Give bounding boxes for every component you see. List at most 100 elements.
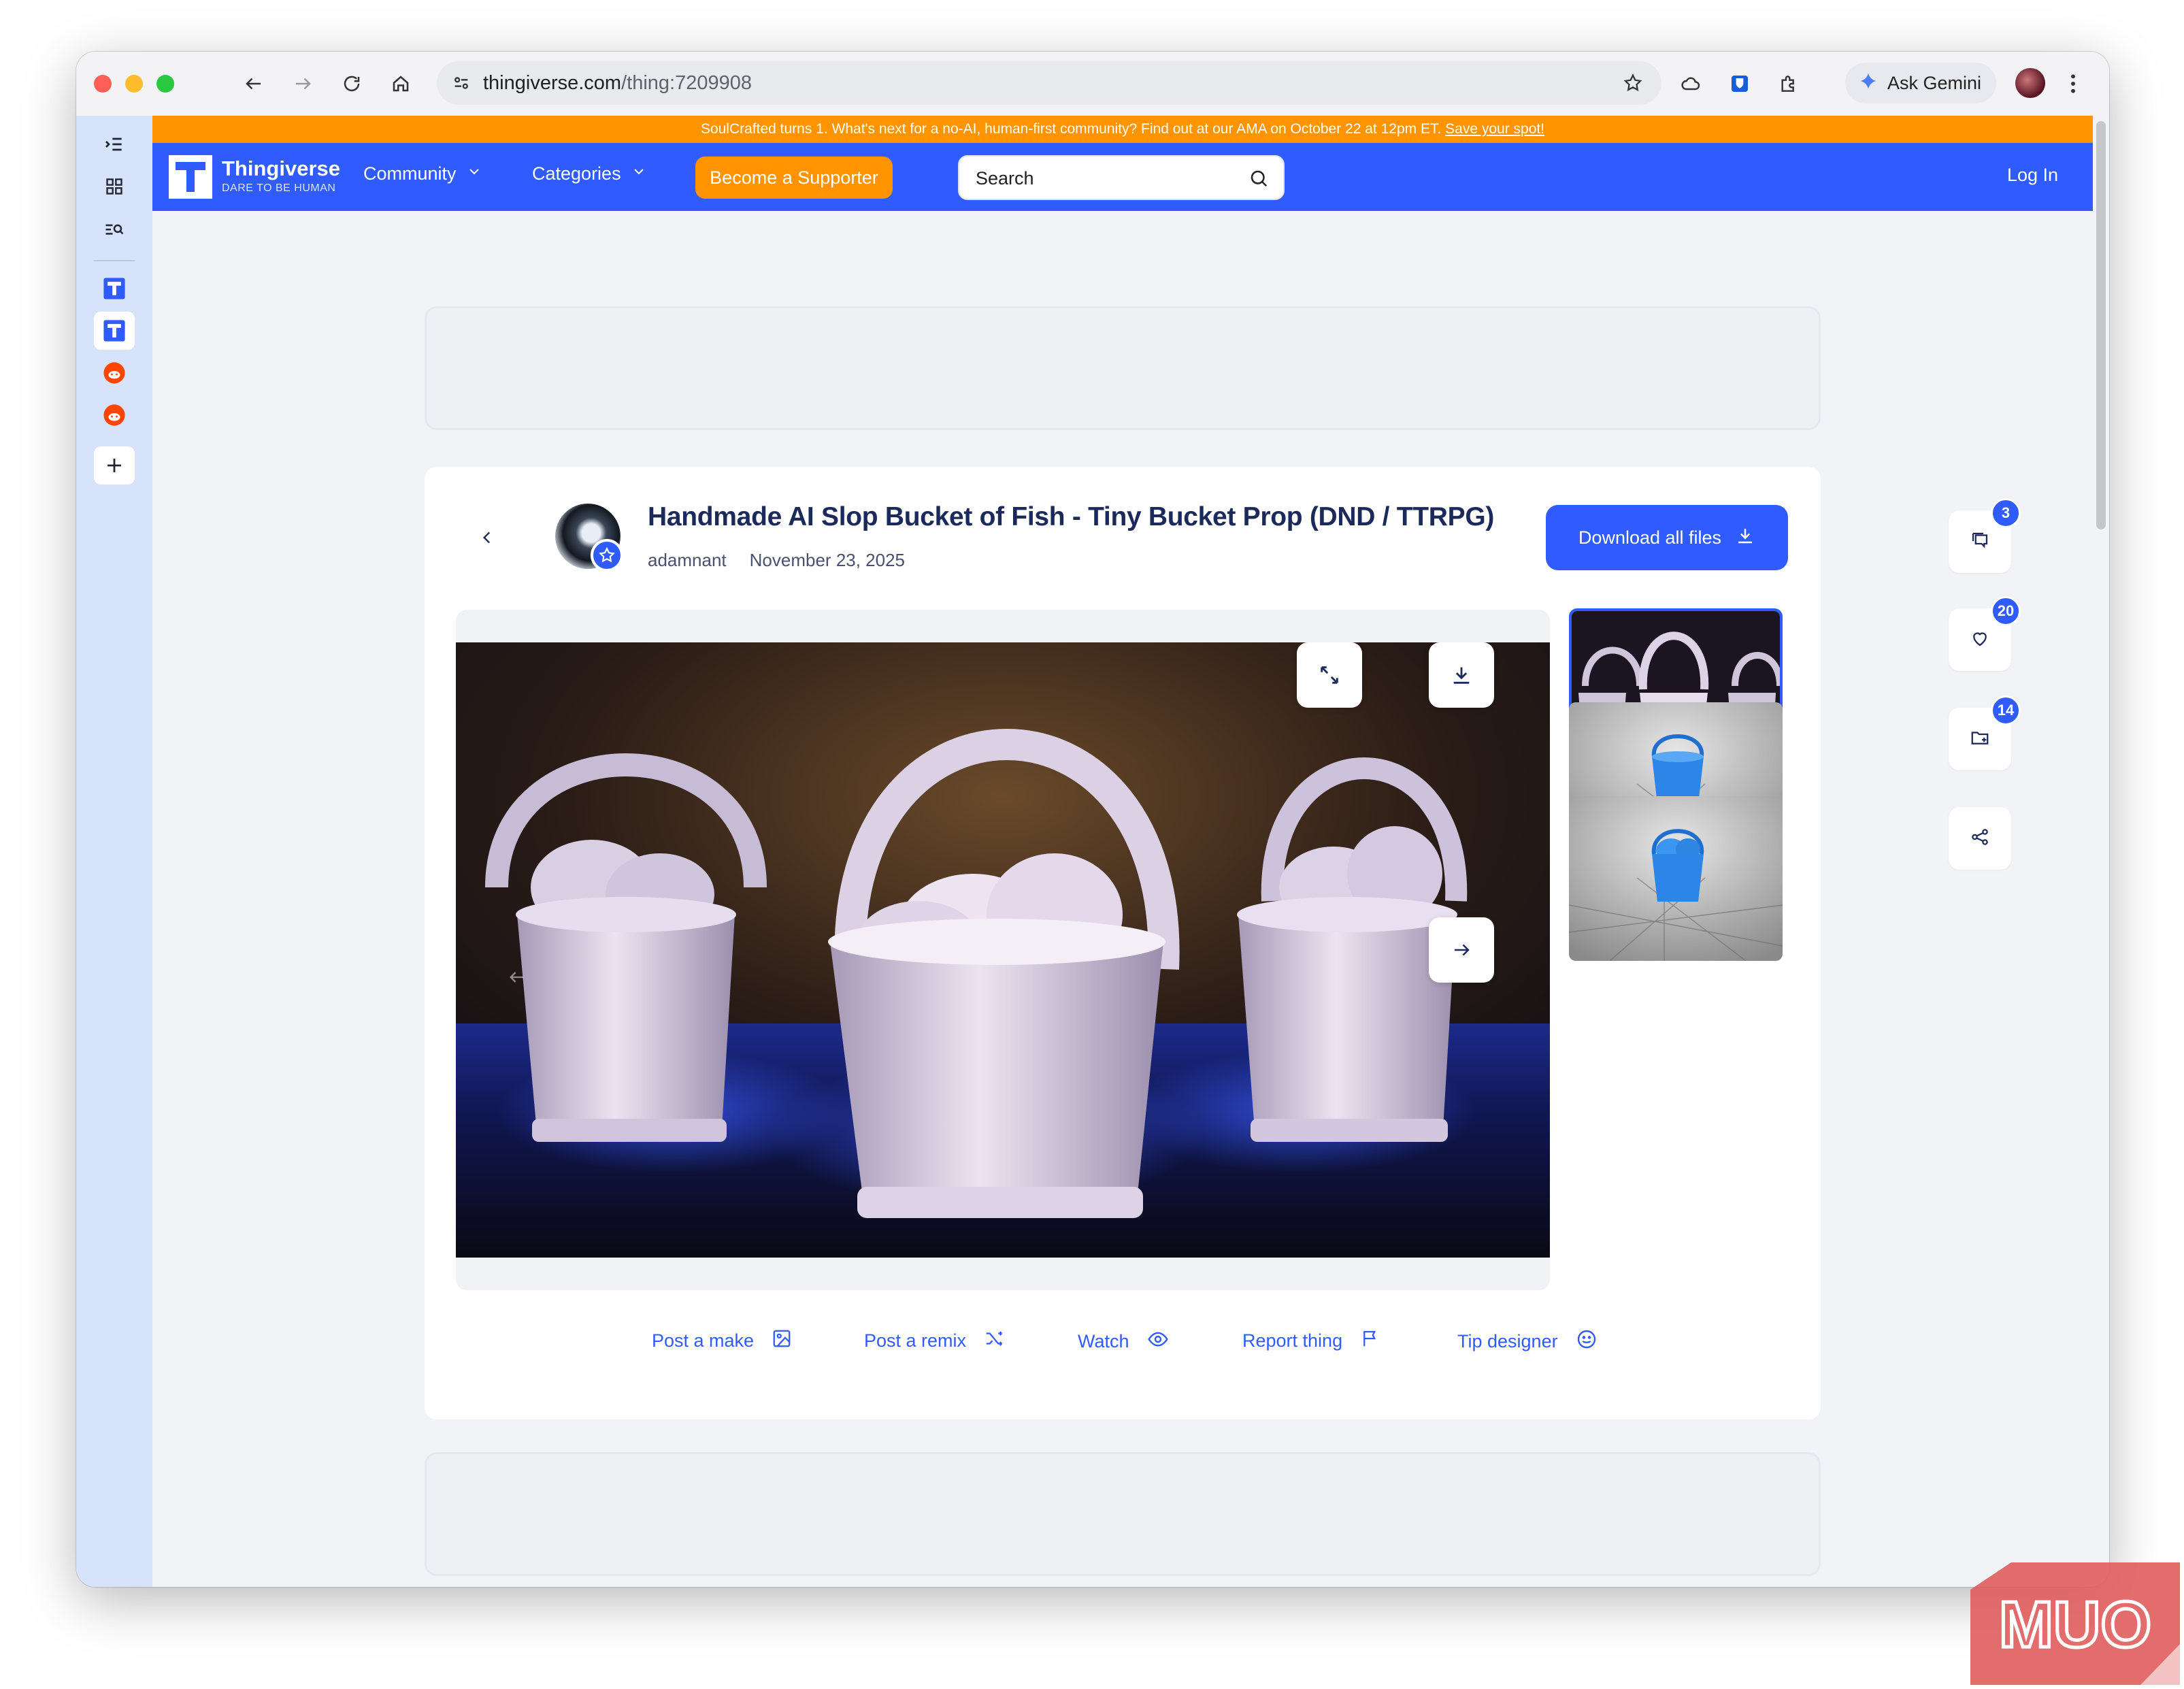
tab-search-icon[interactable]	[94, 210, 135, 248]
page-viewport: SoulCrafted turns 1. What's next for a n…	[152, 116, 2109, 1587]
main-image-render-buckets[interactable]	[456, 642, 1550, 1258]
watch-label: Watch	[1078, 1331, 1129, 1351]
browser-toolbar: thingiverse.com/thing:7209908 Ask Gemini	[76, 52, 2109, 116]
profile-avatar[interactable]	[2015, 68, 2045, 98]
ad-placeholder-bottom	[425, 1452, 1821, 1576]
share-button[interactable]	[1949, 807, 2011, 870]
like-button[interactable]: 20	[1949, 596, 2021, 671]
muo-watermark-logo: MUO	[1970, 1562, 2180, 1685]
search-icon[interactable]	[1246, 166, 1271, 191]
browser-menu-icon[interactable]	[2063, 69, 2083, 98]
comments-button[interactable]: 3	[1949, 498, 2021, 573]
collapse-sidebar-icon[interactable]	[94, 125, 135, 163]
muo-watermark-text: MUO	[1999, 1588, 2151, 1661]
likes-count-badge: 20	[1991, 596, 2021, 626]
image-download-button[interactable]	[1429, 642, 1494, 708]
browser-window: thingiverse.com/thing:7209908 Ask Gemini	[76, 52, 2109, 1587]
download-icon	[1735, 525, 1755, 551]
tab-thingiverse-1[interactable]	[94, 269, 135, 308]
image-gallery	[456, 610, 1550, 1290]
share-icon	[1970, 827, 1990, 851]
back-arrow-icon[interactable]	[239, 69, 268, 98]
thing-title: Handmade AI Slop Bucket of Fish - Tiny B…	[648, 502, 1495, 531]
home-icon[interactable]	[386, 69, 415, 98]
report-thing-link[interactable]: Report thing	[1242, 1328, 1380, 1354]
post-remix-link[interactable]: Post a remix	[864, 1328, 1004, 1354]
star-badge-icon	[591, 539, 623, 572]
tip-designer-link[interactable]: Tip designer	[1457, 1328, 1598, 1355]
add-to-collection-button[interactable]: 14	[1949, 695, 2021, 770]
tab-groups-grid-icon[interactable]	[94, 167, 135, 206]
tab-reddit-2[interactable]	[94, 396, 135, 434]
collections-count-badge: 14	[1991, 695, 2021, 725]
shuffle-icon	[984, 1328, 1004, 1354]
arrow-left-icon[interactable]	[503, 964, 531, 991]
nav-categories-label: Categories	[532, 163, 621, 184]
back-chevron-icon[interactable]	[474, 524, 501, 551]
post-make-label: Post a make	[652, 1330, 755, 1351]
thingiverse-logo-icon[interactable]	[169, 155, 212, 199]
search-input[interactable]	[974, 166, 1233, 191]
download-all-files-button[interactable]: Download all files	[1546, 505, 1788, 570]
site-settings-icon[interactable]	[448, 69, 475, 97]
minimize-window-button[interactable]	[125, 75, 143, 93]
watch-link[interactable]: Watch	[1078, 1328, 1169, 1355]
comments-count-badge: 3	[1991, 498, 2021, 528]
chevron-down-icon	[631, 163, 647, 184]
tab-reddit-1[interactable]	[94, 354, 135, 392]
announcement-banner: SoulCrafted turns 1. What's next for a n…	[152, 116, 2093, 143]
post-remix-label: Post a remix	[864, 1330, 967, 1351]
reload-icon[interactable]	[337, 69, 366, 98]
heart-icon	[1970, 628, 1990, 652]
vertical-tabs-sidebar	[76, 116, 152, 1587]
address-bar[interactable]: thingiverse.com/thing:7209908	[437, 61, 1661, 105]
fullscreen-expand-button[interactable]	[1297, 642, 1362, 708]
thing-card: Handmade AI Slop Bucket of Fish - Tiny B…	[425, 467, 1821, 1420]
comment-icon	[1970, 530, 1990, 554]
publish-date: November 23, 2025	[749, 550, 906, 570]
login-link[interactable]: Log In	[2007, 165, 2058, 186]
author-link[interactable]: adamnant	[648, 550, 727, 571]
thing-actions: Post a make Post a remix Watch Report th…	[425, 1322, 1821, 1362]
extensions-puzzle-icon[interactable]	[1774, 69, 1803, 98]
chevron-down-icon	[466, 163, 482, 184]
cloud-icon[interactable]	[1676, 69, 1705, 98]
url-path: /thing:7209908	[621, 72, 752, 94]
thing-meta: adamnant November 23, 2025	[648, 550, 905, 571]
download-all-label: Download all files	[1578, 527, 1722, 548]
nav-community-menu[interactable]: Community	[363, 163, 482, 184]
become-supporter-button[interactable]: Become a Supporter	[695, 157, 893, 199]
report-thing-label: Report thing	[1242, 1330, 1343, 1351]
forward-arrow-icon[interactable]	[288, 69, 317, 98]
bookmark-star-icon[interactable]	[1619, 69, 1647, 97]
gemini-sparkle-icon	[1859, 71, 1878, 95]
close-window-button[interactable]	[94, 75, 112, 93]
ad-placeholder-top	[425, 306, 1821, 430]
sidebar-divider	[94, 260, 135, 261]
image-icon	[772, 1328, 792, 1354]
folder-add-icon	[1970, 727, 1990, 751]
banner-save-spot-link[interactable]: Save your spot!	[1445, 121, 1544, 137]
zoom-window-button[interactable]	[156, 75, 174, 93]
ask-gemini-label: Ask Gemini	[1887, 72, 1982, 93]
password-manager-shield-icon[interactable]	[1725, 69, 1754, 98]
site-search	[958, 155, 1285, 200]
ask-gemini-button[interactable]: Ask Gemini	[1845, 63, 1996, 103]
tip-designer-label: Tip designer	[1457, 1331, 1558, 1351]
nav-community-label: Community	[363, 163, 457, 184]
smiley-icon	[1576, 1328, 1598, 1355]
page-scrollbar[interactable]	[2093, 116, 2109, 1587]
tab-thingiverse-2-active[interactable]	[94, 312, 135, 350]
author-avatar[interactable]	[555, 504, 623, 572]
scrollbar-thumb[interactable]	[2096, 121, 2106, 529]
thumbnail-3[interactable]	[1569, 796, 1783, 961]
post-make-link[interactable]: Post a make	[652, 1328, 792, 1354]
eye-icon	[1147, 1328, 1169, 1355]
site-header: Thingiverse DARE TO BE HUMAN Community C…	[152, 143, 2093, 211]
next-image-button[interactable]	[1429, 917, 1494, 983]
logo-name[interactable]: Thingiverse	[222, 157, 340, 181]
url-text[interactable]: thingiverse.com/thing:7209908	[483, 71, 752, 95]
url-host: thingiverse.com	[483, 72, 622, 94]
new-tab-plus-icon[interactable]	[94, 446, 135, 485]
nav-categories-menu[interactable]: Categories	[532, 163, 647, 184]
